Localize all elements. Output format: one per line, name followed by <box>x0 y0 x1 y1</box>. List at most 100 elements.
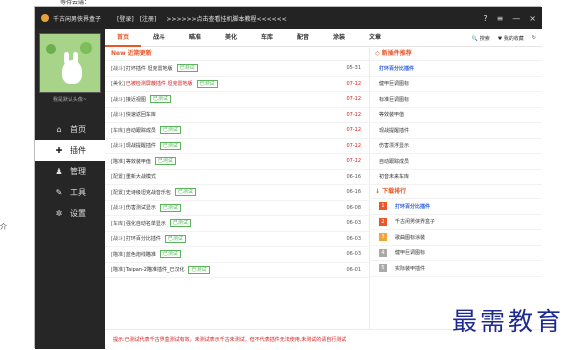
row-plugin-name[interactable]: 自动跟踪成员 <box>126 127 156 134</box>
recommend-item[interactable]: 健甲巨调图标 <box>371 77 542 92</box>
register-link[interactable]: [注册] <box>140 14 157 23</box>
tested-badge: 已测试 <box>149 95 171 104</box>
table-row[interactable]: [瞄准] 等效装甲值 已测试 07-12 <box>105 154 369 170</box>
row-plugin-name[interactable]: 重新大战模式 <box>126 173 156 180</box>
minimize-icon[interactable]: — <box>512 14 520 23</box>
avatar-caption: 我是默认头像~ <box>52 97 88 103</box>
recommend-item[interactable]: 等效装甲值 <box>371 108 542 123</box>
close-icon[interactable]: × <box>529 14 536 23</box>
tab-skin[interactable]: 涂装 <box>321 29 357 47</box>
sidebar-item-home[interactable]: ⌂ 首页 <box>35 119 105 140</box>
table-row[interactable]: [战斗] 现战提醒插件 已测试 07-12 <box>105 139 369 154</box>
row-plugin-name[interactable]: 现战提醒插件 <box>126 142 156 149</box>
tested-badge: 已测试 <box>159 203 181 212</box>
rank-number-badge: 1 <box>379 202 387 211</box>
row-plugin-name[interactable]: Taipan-2瞄准插件_已汉化 <box>126 266 185 273</box>
ranking-list: 1 打环百分比插件 2 千古闲男侠界盒子 3 歌曲图标涂装 4 健甲巨调图标 5 实际装甲插件 <box>371 199 542 277</box>
tab-beautify[interactable]: 美化 <box>213 29 249 47</box>
sidebar-item-label: 首页 <box>70 125 86 134</box>
sidebar-item-tools[interactable]: ✎ 工具 <box>35 182 105 203</box>
recommend-title: ◇ 新插件推荐 <box>371 47 542 61</box>
row-date: 06-03 <box>346 251 361 258</box>
tab-home[interactable]: 首页 <box>105 29 141 47</box>
recommend-item[interactable]: 打环百分比插件 <box>371 61 542 77</box>
recommend-item[interactable]: 伤害漂浮显示 <box>371 139 542 154</box>
rank-number-badge: 5 <box>379 264 387 273</box>
row-category: [战斗] <box>111 143 125 150</box>
row-date: 07-12 <box>346 111 361 118</box>
tested-badge: 已测试 <box>174 188 196 197</box>
row-plugin-name[interactable]: 蓝色炮线瞄准 <box>126 251 156 258</box>
avatar[interactable] <box>39 33 101 93</box>
tested-badge: 已测试 <box>196 79 218 88</box>
table-row[interactable]: [战斗] 快速返回车库 07-12 <box>105 108 369 123</box>
tab-articles[interactable]: 文章 <box>357 29 393 47</box>
row-date: 07-12 <box>346 96 361 103</box>
table-row[interactable]: [美化] 已被检测屏蔽插件 坦克雷地版 已测试 07-12 <box>105 77 369 92</box>
sidebar-item-plugins[interactable]: ✚ 插件 <box>35 140 105 161</box>
main-content: 首页 战斗 瞄准 美化 车库 配音 涂装 文章 🔍 搜索 ♥ 我的收藏 ↻ Ne… <box>105 29 542 349</box>
tab-aim[interactable]: 瞄准 <box>177 29 213 47</box>
row-plugin-name[interactable]: 打坏插件 坦克雷地版 <box>126 65 173 72</box>
sidebar-item-label: 工具 <box>70 188 86 197</box>
ranking-item[interactable]: 5 实际装甲插件 <box>371 261 542 277</box>
tested-badge: 已测试 <box>159 141 181 150</box>
ranking-item[interactable]: 1 打环百分比插件 <box>371 199 542 215</box>
row-plugin-name[interactable]: 打环百分比插件 <box>126 235 161 242</box>
sidebar: 我是默认头像~ ⌂ 首页 ✚ 插件 ♟ 管理 ✎ 工具 ✲ 设置 <box>35 29 105 349</box>
refresh-icon[interactable]: ↻ <box>532 35 536 41</box>
wrench-icon: ✎ <box>55 188 63 197</box>
ranking-item[interactable]: 3 歌曲图标涂装 <box>371 230 542 246</box>
recommend-item[interactable]: 自动跟踪成员 <box>371 154 542 170</box>
table-row[interactable]: [车库] 强化自动名单显示 已测试 06-03 <box>105 216 369 232</box>
bunny-illustration <box>62 60 82 84</box>
table-row[interactable]: [配置] 重新大战模式 06-16 <box>105 170 369 185</box>
table-row[interactable]: [战斗] 接近视图 已测试 07-12 <box>105 92 369 108</box>
row-category: [配置] <box>111 174 125 181</box>
rank-plugin-name: 千古闲男侠界盒子 <box>395 219 436 226</box>
table-row[interactable]: [战斗] 打坏插件 坦克雷地版 已测试 05-31 <box>105 61 369 77</box>
row-category: [战斗] <box>111 205 125 212</box>
table-row[interactable]: [配置] 史诗级坦克战音乐包 已测试 06-16 <box>105 185 369 201</box>
help-icon[interactable]: ? <box>483 14 487 23</box>
recent-updates-list: [战斗] 打坏插件 坦克雷地版 已测试 05-31 [美化] 已被检测屏蔽插件 坦克雷地版… <box>105 61 369 278</box>
row-plugin-name[interactable]: 快速返回车库 <box>126 111 156 118</box>
collection-button[interactable]: ♥ 我的收藏 <box>498 35 524 42</box>
sidebar-item-manage[interactable]: ♟ 管理 <box>35 161 105 182</box>
menu-icon[interactable]: ≡ <box>497 14 504 23</box>
row-plugin-name[interactable]: 已被检测屏蔽插件 坦克雷地版 <box>126 80 193 87</box>
recommend-item[interactable]: 初音未来车库 <box>371 170 542 185</box>
login-link[interactable]: [登录] <box>117 14 134 23</box>
puzzle-icon: ✚ <box>55 146 63 155</box>
row-date: 06-16 <box>346 189 361 196</box>
row-plugin-name[interactable]: 等效装甲值 <box>126 158 151 165</box>
ranking-item[interactable]: 2 千古闲男侠界盒子 <box>371 215 542 230</box>
recommend-item[interactable]: 现战提醒插件 <box>371 123 542 139</box>
row-category: [战斗] <box>111 65 125 72</box>
table-row[interactable]: [战斗] 打环百分比插件 已测试 06-03 <box>105 232 369 247</box>
recommend-list: 打环百分比插件 健甲巨调图标 标准巨调图标 等效装甲值 现战提醒插件 伤害漂浮显示 自动跟踪… <box>371 61 542 185</box>
tab-voice[interactable]: 配音 <box>285 29 321 47</box>
search-button[interactable]: 🔍 搜索 <box>472 35 490 42</box>
sidebar-item-settings[interactable]: ✲ 设置 <box>35 203 105 224</box>
sidebar-item-label: 管理 <box>70 167 86 176</box>
row-date: 06-16 <box>346 173 361 180</box>
recommend-item[interactable]: 标准巨调图标 <box>371 92 542 108</box>
table-row[interactable]: [车库] 自动跟踪成员 已测试 07-12 <box>105 123 369 139</box>
row-category: [瞄准] <box>111 158 125 165</box>
tab-garage[interactable]: 车库 <box>249 29 285 47</box>
row-plugin-name[interactable]: 强化自动名单显示 <box>126 220 166 227</box>
row-category: [战斗] <box>111 236 125 243</box>
tab-battle[interactable]: 战斗 <box>141 29 177 47</box>
ranking-item[interactable]: 4 健甲巨调图标 <box>371 246 542 261</box>
table-row[interactable]: [瞄准] 蓝色炮线瞄准 已测试 06-03 <box>105 247 369 263</box>
row-date: 05-31 <box>346 65 361 72</box>
marquee-link[interactable]: >>>>>>点击查看挂机脚本教程<<<<<< <box>166 14 286 23</box>
row-plugin-name[interactable]: 接近视图 <box>126 96 146 103</box>
row-plugin-name[interactable]: 史诗级坦克战音乐包 <box>126 189 171 196</box>
leaf-decoration <box>46 44 56 54</box>
row-plugin-name[interactable]: 伤害测试显示 <box>126 204 156 211</box>
table-row[interactable]: [瞄准] Taipan-2瞄准插件_已汉化 已测试 06-01 <box>105 263 369 278</box>
table-row[interactable]: [战斗] 伤害测试显示 已测试 06-08 <box>105 201 369 216</box>
tested-badge: 已测试 <box>188 265 210 274</box>
